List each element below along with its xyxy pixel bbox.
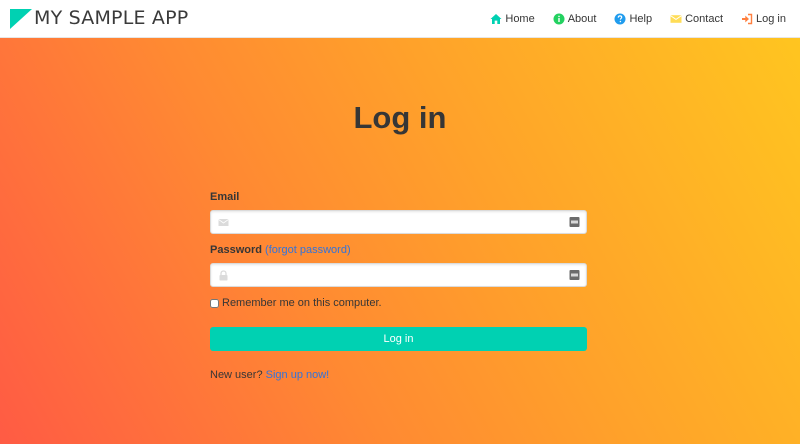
email-label-text: Email: [210, 191, 240, 203]
envelope-icon: [670, 13, 682, 25]
password-manager-icon[interactable]: [569, 269, 580, 281]
password-label: Password (forgot password): [210, 244, 351, 256]
nav-links: Home About Help Contact Log in: [472, 0, 800, 38]
new-user-text: New user?: [210, 369, 263, 381]
page-title: Log in: [353, 100, 447, 135]
nav-item-login[interactable]: Log in: [741, 13, 786, 25]
password-input[interactable]: [211, 264, 586, 286]
nav-item-label: Home: [505, 12, 535, 25]
sign-in-icon: [741, 13, 753, 25]
password-field-wrapper: [210, 263, 587, 287]
password-label-text: Password: [210, 244, 262, 256]
nav-item-about[interactable]: About: [553, 12, 597, 25]
nav-item-label: About: [567, 12, 597, 25]
signup-line: New user? Sign up now!: [210, 369, 329, 381]
remember-me-checkbox[interactable]: [210, 298, 219, 308]
email-label: Email: [210, 191, 239, 203]
lock-icon: [218, 270, 229, 281]
home-icon: [490, 13, 502, 25]
nav-item-contact[interactable]: Contact: [670, 13, 723, 25]
nav-item-label: Contact: [685, 12, 724, 25]
signup-link[interactable]: Sign up now!: [266, 369, 330, 381]
envelope-icon: [218, 217, 229, 228]
email-input[interactable]: [211, 211, 586, 233]
password-manager-icon[interactable]: [569, 216, 580, 228]
brand-title: MY SAMPLE APP: [34, 7, 189, 29]
info-icon: [553, 13, 565, 25]
login-button[interactable]: Log in: [210, 327, 587, 351]
remember-me[interactable]: Remember me on this computer.: [210, 297, 382, 309]
brand[interactable]: MY SAMPLE APP: [0, 0, 188, 38]
nav-item-home[interactable]: Home: [490, 12, 535, 25]
question-icon: [614, 13, 626, 25]
nav-item-label: Help: [629, 12, 653, 25]
nav-item-label: Log in: [756, 12, 786, 25]
brand-logo-icon: [10, 8, 32, 29]
nav-item-help[interactable]: Help: [614, 13, 652, 25]
navbar: MY SAMPLE APP Home About Help Contact Lo…: [0, 0, 800, 38]
remember-me-label: Remember me on this computer.: [222, 297, 382, 309]
email-field-wrapper: [210, 210, 587, 234]
forgot-password-link[interactable]: (forgot password): [265, 244, 351, 256]
